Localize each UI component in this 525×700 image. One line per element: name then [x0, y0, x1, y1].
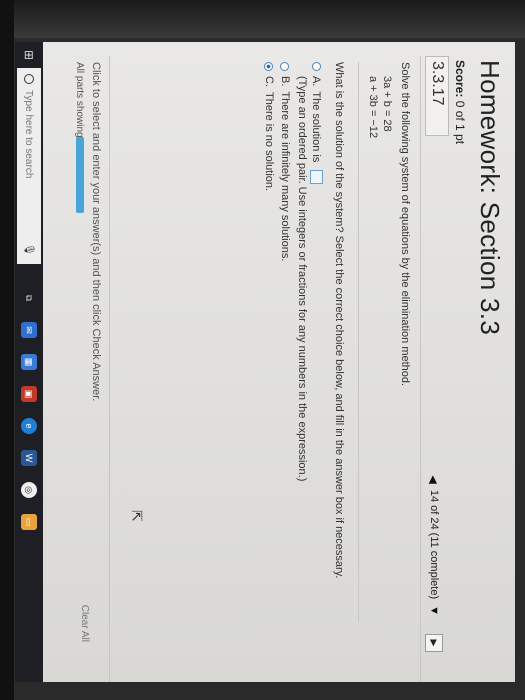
cortana-icon	[24, 74, 34, 84]
mouse-pointer-icon: ⇱	[129, 510, 145, 522]
windows-start-icon[interactable]: ⊞	[15, 42, 43, 68]
option-b[interactable]: B. There are infinitely many solutions.	[279, 62, 291, 261]
option-a-hint: (Type an ordered pair. Use integers or f…	[296, 76, 308, 482]
files-icon[interactable]: ▭	[21, 514, 37, 530]
chrome-icon[interactable]: ◎	[21, 482, 37, 498]
divider	[420, 56, 421, 682]
score-display: Score: 0 of 1 pt	[453, 60, 467, 144]
option-c-letter: C.	[263, 76, 275, 87]
task-view-icon[interactable]: ⧉	[21, 290, 37, 306]
option-a-text: The solution is	[310, 91, 323, 163]
next-question-button[interactable]: ▶	[425, 634, 443, 652]
progress-text: 14 of 24 (11 complete)	[428, 489, 440, 600]
question-id: 3.3.17	[425, 56, 449, 137]
question-prompt: Solve the following system of equations …	[399, 62, 411, 387]
divider	[358, 62, 359, 622]
parts-label: All parts showing	[74, 62, 85, 138]
photos-icon[interactable]: ▣	[21, 386, 37, 402]
radio-option-c[interactable]	[264, 62, 274, 71]
question-navigator: ◀ 14 of 24 (11 complete) ▼ ▶	[425, 475, 443, 652]
microphone-icon[interactable]: 🎙	[24, 243, 35, 256]
word-icon[interactable]: W	[21, 450, 37, 466]
score-value: 0 of 1 pt	[453, 100, 467, 145]
store-icon[interactable]: ▦	[21, 354, 37, 370]
option-c[interactable]: C. There is no solution.	[263, 62, 275, 191]
score-label: Score:	[453, 60, 467, 98]
radio-option-a[interactable]	[312, 62, 321, 71]
question-dropdown-icon[interactable]: ▼	[428, 605, 440, 616]
option-b-letter: B.	[279, 76, 291, 87]
browser-screen: Homework: Section 3.3 Score: 0 of 1 pt 3…	[15, 42, 515, 682]
monitor-bezel-side	[0, 0, 14, 700]
radio-option-b[interactable]	[280, 62, 290, 71]
equation-1: 3a + b = 28	[381, 76, 393, 132]
option-c-text: There is no solution.	[263, 92, 275, 192]
option-a-letter: A.	[310, 76, 323, 87]
taskbar: ⊞ Type here to search 🎙 ⧉ ✉ ▦ ▣ e W ◎ ▭	[15, 42, 43, 682]
option-a[interactable]: A. The solution is	[310, 62, 323, 185]
divider	[109, 56, 110, 682]
next-arrow-icon: ▶	[429, 639, 440, 647]
mail-icon[interactable]: ✉	[21, 322, 37, 338]
answer-input-box[interactable]	[310, 170, 323, 185]
previous-question-icon[interactable]: ◀	[428, 475, 441, 483]
question-instruction: What is the solution of the system? Sele…	[333, 62, 345, 579]
footer-instruction: Click to select and enter your answer(s)…	[90, 62, 102, 402]
option-b-text: There are infinitely many solutions.	[279, 91, 291, 262]
monitor-bezel	[0, 0, 525, 38]
parts-progress-bar	[76, 137, 84, 213]
clear-all-button[interactable]: Clear All	[79, 605, 90, 642]
page-title: Homework: Section 3.3	[475, 60, 505, 336]
equation-2: a + 3b = −12	[367, 76, 379, 139]
edge-icon[interactable]: e	[21, 418, 37, 434]
search-placeholder: Type here to search	[23, 90, 35, 179]
taskbar-search[interactable]: Type here to search 🎙	[17, 68, 41, 264]
page-header: Homework: Section 3.3	[474, 60, 505, 335]
